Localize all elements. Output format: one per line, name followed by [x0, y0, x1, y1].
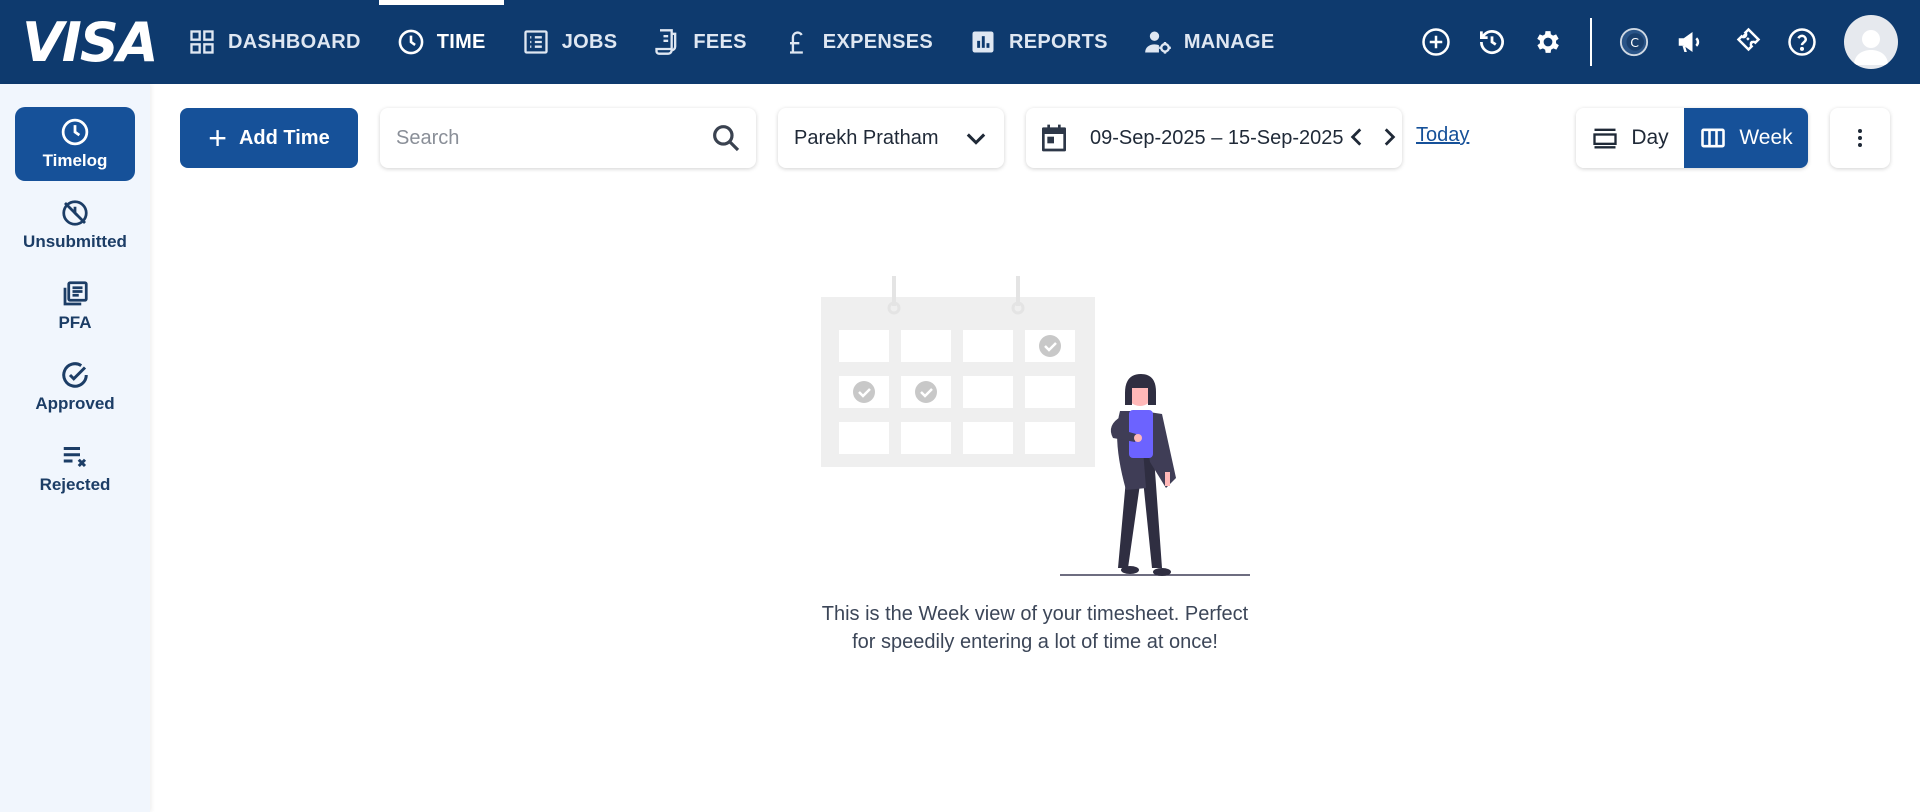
search-input[interactable]	[396, 126, 696, 150]
chevron-right-icon[interactable]	[1376, 124, 1402, 150]
week-view-icon	[1701, 128, 1726, 148]
main-nav: DASHBOARD TIME JOBS FEES EXPENSES REPORT…	[170, 0, 1293, 84]
kebab-menu-icon	[1858, 129, 1862, 147]
top-navigation-bar: VISA DASHBOARD TIME JOBS FEES EXPENSES R…	[0, 0, 1920, 84]
view-week-button[interactable]: Week	[1684, 108, 1808, 168]
nav-label-reports: REPORTS	[1009, 30, 1108, 53]
sidebar-item-rejected[interactable]: Rejected	[15, 431, 135, 505]
clock-icon	[398, 29, 424, 55]
sidebar-item-timelog[interactable]: Timelog	[15, 107, 135, 181]
user-select[interactable]: Parekh Pratham	[778, 108, 1004, 168]
pound-icon	[789, 31, 803, 54]
add-time-button[interactable]: + Add Time	[180, 108, 358, 168]
plus-icon: +	[208, 120, 227, 156]
top-right-actions: C	[1408, 0, 1920, 84]
brand-logo[interactable]: VISA	[22, 16, 159, 70]
sidebar-item-label: PFA	[58, 313, 92, 332]
empty-state-line-1: This is the Week view of your timesheet.…	[821, 603, 1249, 625]
view-week-label: Week	[1739, 126, 1793, 149]
search-box	[380, 108, 756, 168]
history-icon[interactable]	[1477, 27, 1507, 57]
list-icon	[524, 30, 548, 54]
nav-item-dashboard[interactable]: DASHBOARD	[170, 0, 379, 84]
add-circle-icon[interactable]	[1421, 27, 1451, 57]
chevron-down-icon	[966, 133, 986, 145]
c-logo-icon[interactable]: C	[1619, 27, 1649, 57]
settings-icon[interactable]	[1533, 27, 1563, 57]
documents-icon	[63, 281, 88, 306]
sidebar-item-label: Unsubmitted	[23, 232, 127, 251]
date-range-picker[interactable]: 09-Sep-2025 – 15-Sep-2025	[1026, 108, 1402, 168]
today-link[interactable]: Today	[1416, 124, 1469, 147]
sidebar-item-label: Timelog	[42, 151, 108, 170]
empty-state-message: This is the Week view of your timesheet.…	[780, 600, 1290, 656]
sidebar-item-label: Approved	[35, 394, 115, 413]
nav-label-time: TIME	[436, 30, 486, 53]
sidebar-item-pfa[interactable]: PFA	[15, 269, 135, 343]
more-options-button[interactable]	[1830, 108, 1890, 168]
calendar-icon	[1042, 124, 1066, 152]
nav-label-jobs: JOBS	[561, 30, 618, 53]
nav-item-jobs[interactable]: JOBS	[504, 0, 636, 84]
nav-label-fees: FEES	[693, 30, 747, 53]
grid-icon	[190, 30, 214, 54]
user-select-value: Parekh Pratham	[794, 126, 939, 149]
search-icon[interactable]	[710, 122, 742, 154]
view-toggle: Day Week	[1576, 108, 1808, 168]
avatar-icon[interactable]	[1844, 15, 1898, 69]
svg-text:C: C	[1630, 35, 1639, 50]
check-circle-icon	[62, 362, 88, 388]
sidebar-item-unsubmitted[interactable]: Unsubmitted	[15, 188, 135, 262]
user-gear-icon	[1144, 31, 1171, 54]
view-day-button[interactable]: Day	[1576, 108, 1684, 168]
view-day-label: Day	[1631, 126, 1669, 149]
nav-label-dashboard: DASHBOARD	[228, 30, 361, 53]
clock-icon	[61, 118, 89, 146]
nav-item-fees[interactable]: FEES	[635, 0, 764, 84]
sidebar-item-approved[interactable]: Approved	[15, 350, 135, 424]
empty-timesheet-illustration	[821, 276, 1250, 576]
nav-item-manage[interactable]: MANAGE	[1126, 0, 1293, 84]
unsubmitted-icon	[62, 200, 88, 226]
day-view-icon	[1593, 128, 1617, 149]
date-range-value: 09-Sep-2025 – 15-Sep-2025	[1090, 126, 1344, 149]
megaphone-icon[interactable]	[1675, 27, 1705, 57]
nav-item-reports[interactable]: REPORTS	[951, 0, 1126, 84]
nav-label-manage: MANAGE	[1183, 30, 1275, 53]
add-time-label: Add Time	[238, 126, 330, 149]
nav-label-expenses: EXPENSES	[822, 30, 934, 53]
nav-item-expenses[interactable]: EXPENSES	[765, 0, 951, 84]
bar-chart-icon	[972, 31, 994, 53]
sidebar-item-label: Rejected	[39, 475, 111, 494]
receipt-icon	[655, 29, 677, 55]
nav-item-time[interactable]: TIME	[378, 0, 504, 84]
help-icon[interactable]	[1787, 27, 1817, 57]
calendar-illustration	[821, 276, 1095, 467]
time-sidebar: Timelog Unsubmitted PFA Approved Rejecte…	[0, 84, 150, 812]
list-x-icon	[63, 447, 87, 468]
empty-state-line-2: for speedily entering a lot of time at o…	[852, 631, 1218, 653]
header-divider	[1590, 18, 1592, 66]
ticket-icon[interactable]	[1731, 27, 1761, 57]
chevron-left-icon[interactable]	[1344, 124, 1370, 150]
